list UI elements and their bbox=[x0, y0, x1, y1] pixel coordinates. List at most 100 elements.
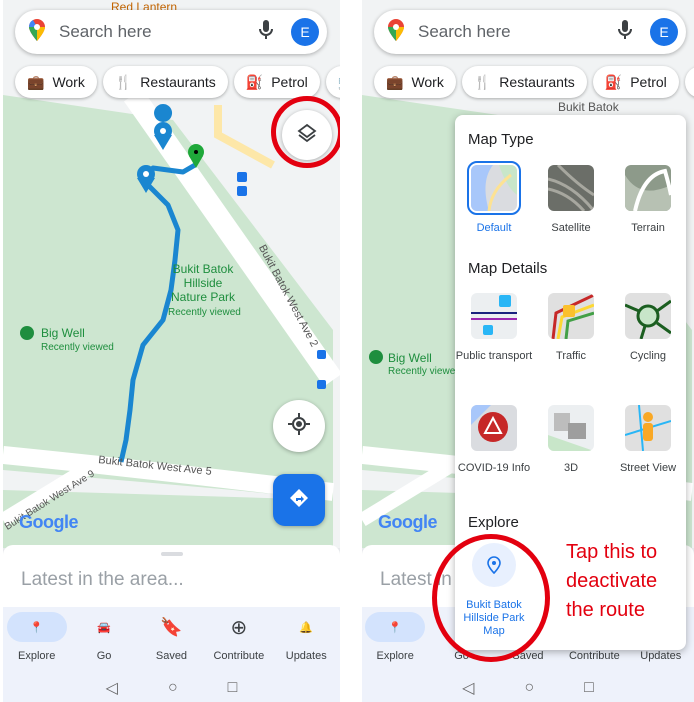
system-nav: ◁ ○ □ bbox=[362, 673, 694, 702]
map-label-park-sub: Recently viewed bbox=[168, 307, 241, 318]
nav-saved[interactable]: 🔖 Saved bbox=[139, 612, 203, 673]
pin-icon: 📍 bbox=[365, 612, 426, 642]
sheet-title: Latest in the area... bbox=[21, 569, 184, 590]
option-label: Cycling bbox=[629, 350, 667, 362]
map-label-well-sub: Recently viewed bbox=[388, 366, 461, 377]
option-label: COVID-19 Info bbox=[457, 462, 531, 474]
microphone-icon[interactable] bbox=[259, 19, 273, 45]
map-type-terrain[interactable]: Terrain bbox=[609, 165, 687, 234]
option-label: Public transport bbox=[455, 350, 533, 362]
recents-icon[interactable]: □ bbox=[584, 679, 594, 697]
map-label-park[interactable]: Bukit Batok Hillside Nature Park bbox=[171, 262, 235, 304]
option-label: Terrain bbox=[631, 222, 665, 234]
terrain-map-thumbnail bbox=[625, 165, 671, 211]
maps-pin-logo-icon bbox=[388, 18, 404, 46]
chip-work[interactable]: 💼 Work bbox=[374, 66, 456, 98]
traffic-thumbnail bbox=[548, 293, 594, 339]
chip-work[interactable]: 💼 Work bbox=[15, 66, 97, 98]
chip-label: Work bbox=[52, 74, 85, 90]
bottom-sheet[interactable]: Latest in the area... bbox=[3, 545, 340, 607]
nav-explore[interactable]: 📍 Explore bbox=[363, 612, 427, 673]
nav-label: Go bbox=[96, 650, 112, 662]
bookmark-icon: 🔖 bbox=[160, 616, 183, 637]
option-label: Default bbox=[476, 222, 512, 234]
chip-label: Work bbox=[411, 74, 444, 90]
fork-knife-icon: 🍴 bbox=[473, 73, 492, 90]
drag-handle[interactable] bbox=[160, 552, 183, 556]
explore-title: Explore bbox=[468, 514, 519, 531]
search-input[interactable]: Search here bbox=[418, 22, 618, 42]
public-transport-thumbnail bbox=[471, 293, 517, 339]
recents-icon[interactable]: □ bbox=[228, 679, 238, 697]
search-bar[interactable]: Search here E bbox=[374, 10, 686, 54]
search-bar[interactable]: Search here E bbox=[15, 10, 327, 54]
chip-shopping[interactable]: 🛒 bbox=[684, 66, 694, 98]
detail-3d[interactable]: 3D bbox=[532, 405, 610, 474]
map-type-title: Map Type bbox=[468, 131, 534, 148]
covid-info-thumbnail bbox=[471, 405, 517, 451]
cycling-thumbnail bbox=[625, 293, 671, 339]
pin-icon: 📍 bbox=[6, 612, 67, 642]
chip-label: Petrol bbox=[271, 74, 308, 90]
map-label-well[interactable]: Big Well bbox=[388, 351, 432, 365]
annotation-note: Tap this to deactivate the route bbox=[566, 541, 658, 621]
search-input[interactable]: Search here bbox=[59, 22, 259, 42]
chip-petrol[interactable]: ⛽ Petrol bbox=[592, 66, 679, 98]
nav-updates[interactable]: 🔔 Updates bbox=[274, 612, 338, 673]
chip-label: Restaurants bbox=[499, 74, 575, 90]
option-label: 3D bbox=[563, 462, 579, 474]
back-icon[interactable]: ◁ bbox=[462, 678, 474, 698]
nav-label: Explore bbox=[376, 650, 414, 662]
fork-knife-icon: 🍴 bbox=[114, 73, 133, 90]
map-label-well[interactable]: Big Well bbox=[41, 326, 85, 340]
home-icon[interactable]: ○ bbox=[524, 679, 534, 697]
street-view-thumbnail bbox=[625, 405, 671, 451]
back-icon[interactable]: ◁ bbox=[106, 678, 118, 698]
option-label: Satellite bbox=[551, 222, 591, 234]
category-chips: 💼 Work 🍴 Restaurants ⛽ Petrol 🛒 bbox=[15, 66, 340, 98]
chip-label: Petrol bbox=[630, 74, 667, 90]
nav-label: Contribute bbox=[568, 650, 620, 662]
detail-street-view[interactable]: Street View bbox=[609, 405, 687, 474]
map-type-default[interactable]: Default bbox=[455, 161, 533, 234]
default-map-thumbnail bbox=[467, 161, 521, 215]
highlight-circle bbox=[432, 534, 550, 662]
plus-circle-icon: ⊕ bbox=[230, 616, 248, 639]
3d-thumbnail bbox=[548, 405, 594, 451]
nav-explore[interactable]: 📍 Explore bbox=[5, 612, 69, 673]
detail-cycling[interactable]: Cycling bbox=[609, 293, 687, 362]
map-type-satellite[interactable]: Satellite bbox=[532, 165, 610, 234]
map-details-title: Map Details bbox=[468, 260, 548, 277]
home-icon[interactable]: ○ bbox=[168, 679, 178, 697]
nav-contribute[interactable]: ⊕ Contribute bbox=[207, 612, 271, 673]
nav-label: Contribute bbox=[213, 650, 265, 662]
fuel-icon: ⛽ bbox=[245, 73, 264, 90]
microphone-icon[interactable] bbox=[618, 19, 632, 45]
chip-shopping[interactable]: 🛒 bbox=[325, 66, 340, 98]
directions-icon bbox=[289, 488, 309, 513]
chip-restaurants[interactable]: 🍴 Restaurants bbox=[461, 66, 587, 98]
my-location-button[interactable] bbox=[273, 400, 325, 452]
maps-pin-logo-icon bbox=[28, 18, 45, 46]
satellite-map-thumbnail bbox=[548, 165, 594, 211]
briefcase-icon: 💼 bbox=[27, 73, 45, 90]
detail-traffic[interactable]: Traffic bbox=[532, 293, 610, 362]
cart-icon: 🛒 bbox=[338, 74, 340, 91]
avatar[interactable]: E bbox=[650, 18, 678, 46]
option-label: Traffic bbox=[556, 350, 586, 362]
category-chips: 💼 Work 🍴 Restaurants ⛽ Petrol 🛒 bbox=[374, 66, 694, 98]
bell-icon: 🔔 bbox=[299, 621, 314, 634]
chip-restaurants[interactable]: 🍴 Restaurants bbox=[102, 66, 228, 98]
car-icon: 🚘 bbox=[97, 621, 111, 634]
phone-screen-left: Red Lantern Bukit Batok Hillside Nature … bbox=[3, 0, 340, 702]
fuel-icon: ⛽ bbox=[604, 73, 623, 90]
map-label-area: Bukit Batok bbox=[558, 100, 619, 114]
google-logo: Google bbox=[19, 512, 79, 532]
detail-public-transport[interactable]: Public transport bbox=[455, 293, 533, 362]
avatar[interactable]: E bbox=[291, 18, 319, 46]
briefcase-icon: 💼 bbox=[386, 73, 404, 90]
detail-covid-info[interactable]: COVID-19 Info bbox=[455, 405, 533, 474]
chip-petrol[interactable]: ⛽ Petrol bbox=[233, 66, 320, 98]
nav-go[interactable]: 🚘 Go bbox=[72, 612, 136, 673]
directions-button[interactable] bbox=[273, 474, 325, 526]
